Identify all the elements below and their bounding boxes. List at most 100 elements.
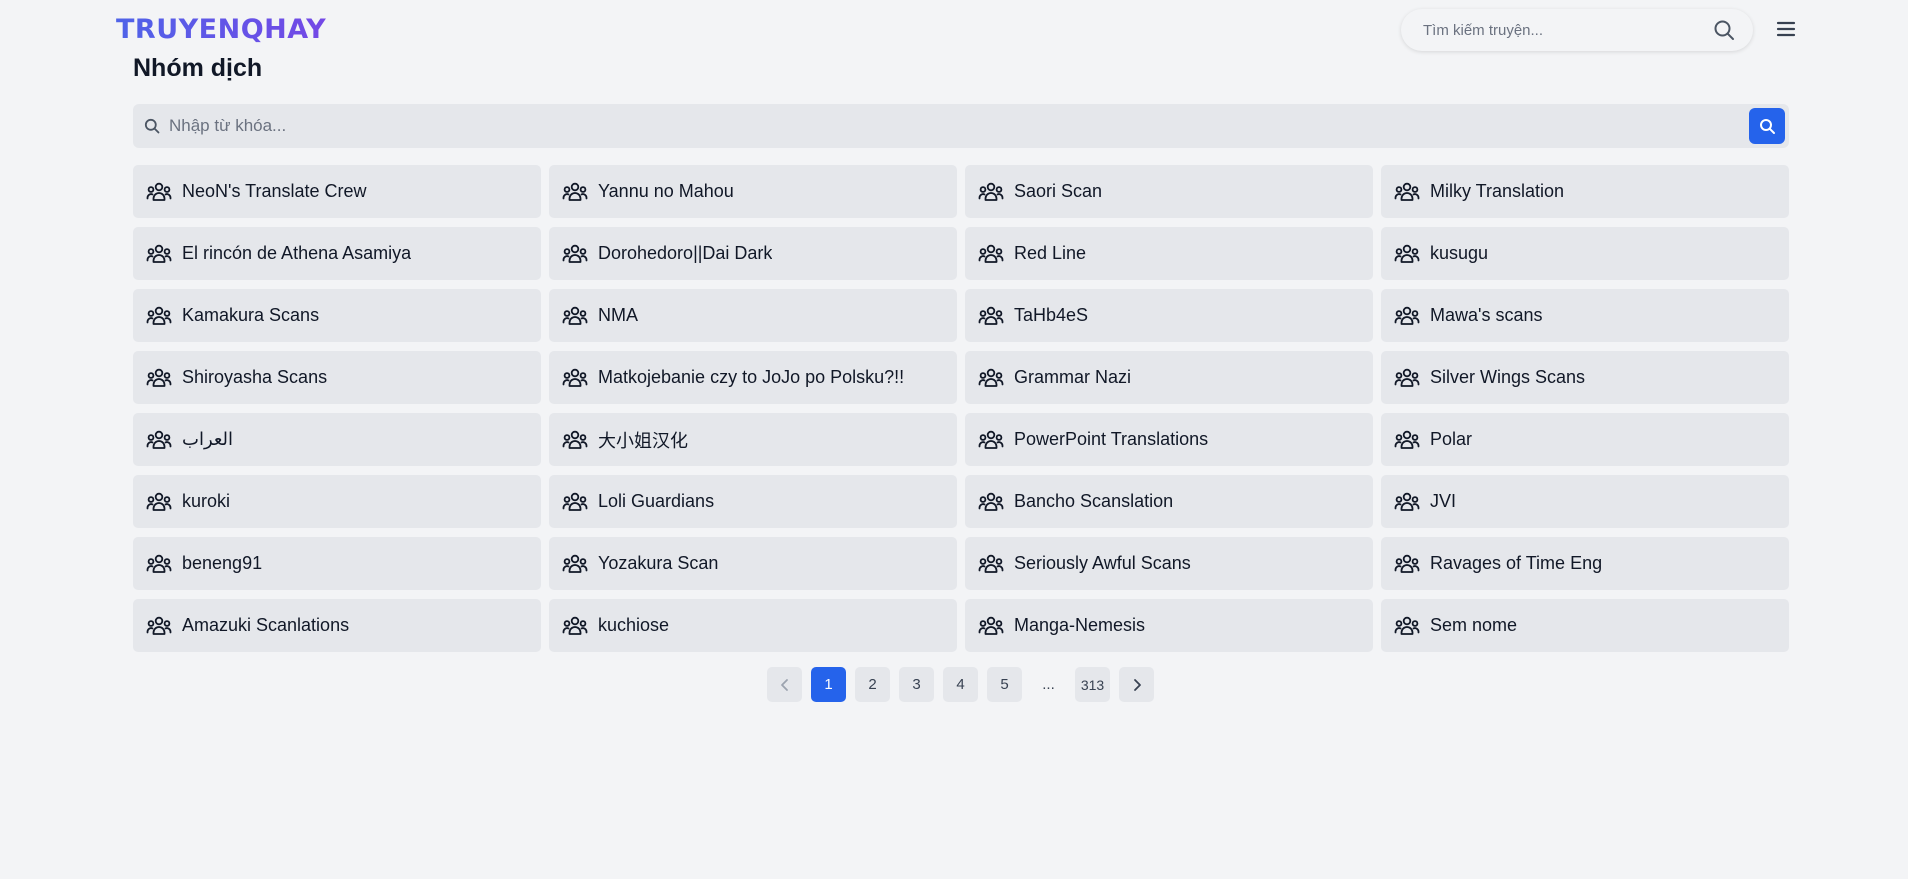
group-card[interactable]: Seriously Awful Scans — [965, 537, 1373, 590]
group-card[interactable]: Grammar Nazi — [965, 351, 1373, 404]
group-name: NeoN's Translate Crew — [182, 181, 367, 201]
group-card[interactable]: NMA — [549, 289, 957, 342]
group-name: Matkojebanie czy to JoJo po Polsku?!! — [598, 367, 905, 387]
page-button-2[interactable]: 2 — [855, 667, 890, 702]
group-name: Seriously Awful Scans — [1014, 553, 1191, 573]
page-button-1[interactable]: 1 — [811, 667, 846, 702]
group-card[interactable]: Sem nome — [1381, 599, 1789, 652]
group-card[interactable]: TaHb4eS — [965, 289, 1373, 342]
keyword-input[interactable] — [169, 115, 1669, 137]
group-card[interactable]: Matkojebanie czy to JoJo po Polsku?!! — [549, 351, 957, 404]
page-button-3[interactable]: 3 — [899, 667, 934, 702]
group-card[interactable]: Dorohedoro||Dai Dark — [549, 227, 957, 280]
group-name: kusugu — [1430, 243, 1489, 263]
group-card[interactable]: Shiroyasha Scans — [133, 351, 541, 404]
users-group-icon — [562, 615, 588, 637]
group-name: Bancho Scanslation — [1014, 491, 1174, 511]
group-card[interactable]: Ravages of Time Eng — [1381, 537, 1789, 590]
header-search-box — [1401, 9, 1753, 51]
group-card[interactable]: Polar — [1381, 413, 1789, 466]
users-group-icon — [978, 491, 1004, 513]
hamburger-menu-icon[interactable] — [1775, 19, 1797, 39]
group-name: NMA — [598, 305, 638, 325]
users-group-icon — [562, 429, 588, 451]
users-group-icon — [978, 553, 1004, 575]
search-icon — [1759, 118, 1775, 134]
group-name: JVI — [1430, 491, 1457, 511]
group-name: Red Line — [1014, 243, 1087, 263]
users-group-icon — [146, 181, 172, 203]
group-name: Mawa's scans — [1430, 305, 1543, 325]
page-button-last[interactable]: 313 — [1075, 667, 1110, 702]
group-card[interactable]: kuchiose — [549, 599, 957, 652]
pagination: 1 2 3 4 5 ... 313 — [767, 667, 1154, 702]
group-grid: NeoN's Translate Crew Yannu no Mahou Saori… — [133, 165, 1789, 652]
group-name: PowerPoint Translations — [1014, 429, 1209, 449]
site-logo[interactable]: TRUYENQHAY — [116, 14, 326, 45]
group-card[interactable]: Manga-Nemesis — [965, 599, 1373, 652]
group-card[interactable]: Loli Guardians — [549, 475, 957, 528]
group-card[interactable]: Red Line — [965, 227, 1373, 280]
chevron-left-icon — [780, 678, 788, 691]
group-card[interactable]: Mawa's scans — [1381, 289, 1789, 342]
group-name: Yozakura Scan — [598, 553, 719, 573]
group-name: Kamakura Scans — [182, 305, 320, 325]
group-name: Sem nome — [1430, 615, 1518, 635]
magnifier-icon — [144, 118, 160, 134]
page-ellipsis: ... — [1042, 676, 1055, 693]
group-card[interactable]: 大小姐汉化 — [549, 413, 957, 466]
users-group-icon — [146, 553, 172, 575]
group-name: Milky Translation — [1430, 181, 1565, 201]
group-name: Shiroyasha Scans — [182, 367, 328, 387]
users-group-icon — [1394, 243, 1420, 265]
header-search-input[interactable] — [1423, 21, 1693, 39]
group-card[interactable]: Saori Scan — [965, 165, 1373, 218]
users-group-icon — [1394, 181, 1420, 203]
group-card[interactable]: kusugu — [1381, 227, 1789, 280]
search-icon[interactable] — [1713, 19, 1735, 41]
group-card[interactable]: NeoN's Translate Crew — [133, 165, 541, 218]
users-group-icon — [978, 429, 1004, 451]
prev-page-button[interactable] — [767, 667, 802, 702]
group-card[interactable]: El rincón de Athena Asamiya — [133, 227, 541, 280]
group-card[interactable]: Yozakura Scan — [549, 537, 957, 590]
group-name: العراب — [182, 429, 234, 449]
group-card[interactable]: Bancho Scanslation — [965, 475, 1373, 528]
users-group-icon — [1394, 615, 1420, 637]
keyword-search-bar — [133, 104, 1789, 148]
page-button-4[interactable]: 4 — [943, 667, 978, 702]
users-group-icon — [1394, 553, 1420, 575]
group-name: kuchiose — [598, 615, 670, 635]
chevron-right-icon — [1133, 678, 1141, 691]
group-name: Dorohedoro||Dai Dark — [598, 243, 773, 263]
users-group-icon — [146, 615, 172, 637]
group-card[interactable]: Yannu no Mahou — [549, 165, 957, 218]
users-group-icon — [1394, 491, 1420, 513]
group-name: Yannu no Mahou — [598, 181, 734, 201]
group-card[interactable]: kuroki — [133, 475, 541, 528]
group-card[interactable]: Milky Translation — [1381, 165, 1789, 218]
group-name: Grammar Nazi — [1014, 367, 1132, 387]
group-card[interactable]: Amazuki Scanlations — [133, 599, 541, 652]
group-card[interactable]: Kamakura Scans — [133, 289, 541, 342]
group-name: kuroki — [182, 491, 231, 511]
group-name: Amazuki Scanlations — [182, 615, 350, 635]
group-name: Polar — [1430, 429, 1473, 449]
group-card[interactable]: PowerPoint Translations — [965, 413, 1373, 466]
users-group-icon — [562, 181, 588, 203]
users-group-icon — [146, 367, 172, 389]
next-page-button[interactable] — [1119, 667, 1154, 702]
group-card[interactable]: Silver Wings Scans — [1381, 351, 1789, 404]
group-card[interactable]: العراب — [133, 413, 541, 466]
group-name: Silver Wings Scans — [1430, 367, 1586, 387]
users-group-icon — [562, 491, 588, 513]
group-name: Saori Scan — [1014, 181, 1103, 201]
users-group-icon — [562, 367, 588, 389]
users-group-icon — [562, 243, 588, 265]
group-card[interactable]: beneng91 — [133, 537, 541, 590]
group-name: TaHb4eS — [1014, 305, 1089, 325]
users-group-icon — [562, 553, 588, 575]
group-card[interactable]: JVI — [1381, 475, 1789, 528]
page-button-5[interactable]: 5 — [987, 667, 1022, 702]
keyword-search-button[interactable] — [1749, 108, 1785, 144]
